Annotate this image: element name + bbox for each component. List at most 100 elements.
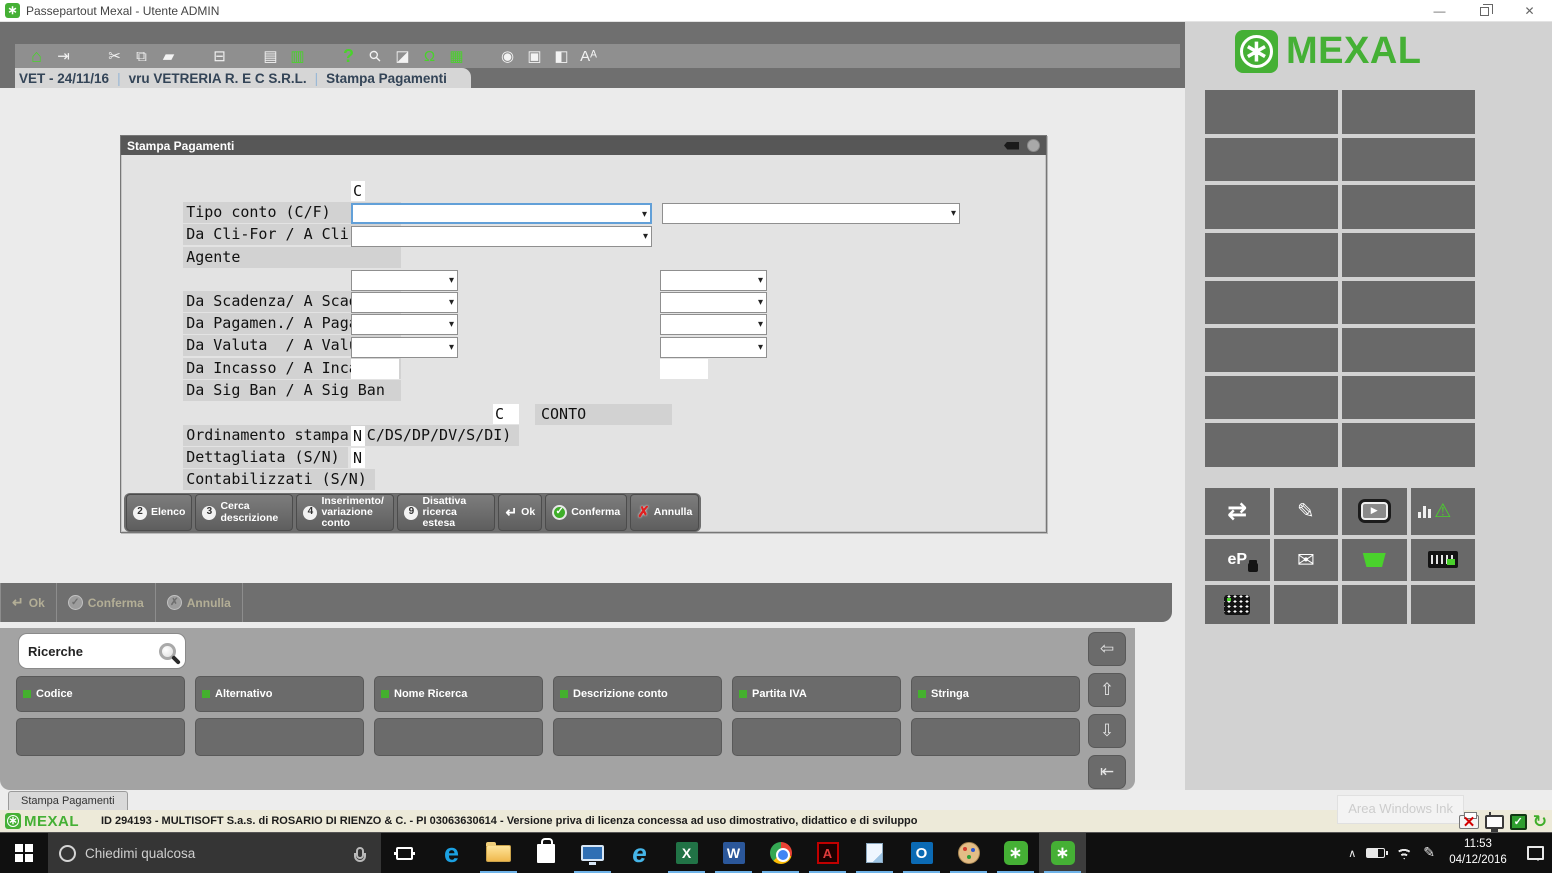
- a-clifor-combo[interactable]: [662, 203, 960, 224]
- contrast-icon[interactable]: ◧: [550, 45, 573, 68]
- outlook-icon[interactable]: O: [898, 833, 945, 873]
- search-result-slot[interactable]: [911, 718, 1080, 756]
- da-pagamento-combo[interactable]: [351, 292, 458, 313]
- wifi-icon[interactable]: [1395, 847, 1413, 860]
- sidebar-slot[interactable]: [1205, 185, 1338, 229]
- sidebar-slot[interactable]: [1205, 233, 1338, 277]
- task-view-button[interactable]: [381, 833, 428, 873]
- sidebar-slot[interactable]: [1205, 376, 1338, 420]
- sidebar-slot[interactable]: [1205, 138, 1338, 182]
- search-result-slot[interactable]: [553, 718, 722, 756]
- basket-icon[interactable]: [1342, 539, 1407, 582]
- da-sigban-input[interactable]: [351, 359, 399, 379]
- sidebar-slot[interactable]: [1342, 233, 1475, 277]
- empty-launcher-slot[interactable]: [1411, 585, 1476, 624]
- monitor-icon[interactable]: [1485, 815, 1504, 829]
- cerca-descrizione-button[interactable]: 3 Cerca descrizione: [195, 494, 293, 531]
- page-up-button[interactable]: ⇧: [1088, 673, 1126, 707]
- contabilizzati-input[interactable]: N: [351, 448, 365, 468]
- video-tutorial-icon[interactable]: ▶: [1342, 488, 1407, 535]
- printer-error-icon[interactable]: [1459, 815, 1479, 829]
- omega-icon[interactable]: Ω: [418, 45, 441, 68]
- dialog-circle-button[interactable]: [1027, 139, 1040, 152]
- sync-icon[interactable]: ↻: [1533, 812, 1547, 832]
- mail-icon[interactable]: ✉: [1274, 539, 1339, 582]
- sidebar-slot[interactable]: [1205, 281, 1338, 325]
- annulla-button[interactable]: ✗ Annulla: [630, 494, 699, 531]
- annulla-button-disabled[interactable]: ✗ Annulla: [156, 583, 243, 622]
- empty-launcher-slot[interactable]: [1342, 585, 1407, 624]
- paint-icon[interactable]: [945, 833, 992, 873]
- sidebar-slot[interactable]: [1342, 328, 1475, 372]
- hidden-icons-caret[interactable]: ∧: [1348, 847, 1356, 860]
- conferma-button[interactable]: ✓ Conferma: [545, 494, 627, 531]
- cut-icon[interactable]: ✂: [103, 45, 126, 68]
- file-explorer-icon[interactable]: [475, 833, 522, 873]
- chrome-icon[interactable]: [757, 833, 804, 873]
- sidebar-slot[interactable]: [1342, 281, 1475, 325]
- pages-icon[interactable]: ▤: [259, 45, 282, 68]
- exit-icon[interactable]: ⇥: [52, 45, 75, 68]
- nome-ricerca-button[interactable]: Nome Ricerca: [374, 676, 543, 712]
- sidebar-slot[interactable]: [1205, 328, 1338, 372]
- search-result-slot[interactable]: [374, 718, 543, 756]
- active-session-tab[interactable]: VET - 24/11/16 | vru VETRERIA R. E C S.R…: [15, 68, 471, 88]
- conferma-button-disabled[interactable]: ✓ Conferma: [57, 583, 156, 622]
- a-valuta-combo[interactable]: [660, 314, 767, 335]
- a-pagamento-combo[interactable]: [660, 292, 767, 313]
- sidebar-slot[interactable]: [1205, 90, 1338, 134]
- document-sign-icon[interactable]: ✎: [1274, 488, 1339, 535]
- remote-desktop-icon[interactable]: [569, 833, 616, 873]
- ricerche-search-input[interactable]: Ricerche: [18, 633, 186, 669]
- da-incasso-combo[interactable]: [351, 337, 458, 358]
- calculator-icon[interactable]: ▦: [445, 45, 468, 68]
- a-sigban-input[interactable]: [660, 359, 708, 379]
- keyboard-icon[interactable]: [1411, 539, 1476, 582]
- acrobat-icon[interactable]: A: [804, 833, 851, 873]
- ok-button-disabled[interactable]: ↵ Ok: [0, 583, 57, 622]
- elenco-button[interactable]: 2 Elenco: [126, 494, 192, 531]
- sidebar-slot[interactable]: [1342, 90, 1475, 134]
- eraser-icon[interactable]: ◪: [391, 45, 414, 68]
- minimize-button[interactable]: —: [1417, 0, 1462, 22]
- inserimento-variazione-conto-button[interactable]: 4 Inserimento/ variazione conto: [296, 494, 394, 531]
- da-valuta-combo[interactable]: [351, 314, 458, 335]
- agente-combo[interactable]: [351, 226, 652, 247]
- pin-icon[interactable]: [1004, 142, 1019, 150]
- open-folder-icon[interactable]: ▰: [157, 45, 180, 68]
- codice-button[interactable]: Codice: [16, 676, 185, 712]
- tipo-conto-input[interactable]: C: [351, 181, 365, 201]
- search-result-slot[interactable]: [195, 718, 364, 756]
- copy-icon[interactable]: ⧉: [130, 45, 153, 68]
- sidebar-slot[interactable]: [1205, 423, 1338, 467]
- internet-explorer-icon[interactable]: e: [616, 833, 663, 873]
- ordinamento-input[interactable]: C: [493, 404, 519, 424]
- edge-icon[interactable]: e: [428, 833, 475, 873]
- a-incasso-combo[interactable]: [660, 337, 767, 358]
- store-icon[interactable]: [522, 833, 569, 873]
- notebook-icon[interactable]: ▥: [286, 45, 309, 68]
- ok-button[interactable]: ↵ Ok: [498, 494, 542, 531]
- keypad-icon[interactable]: [1205, 585, 1270, 624]
- empty-launcher-slot[interactable]: [1274, 585, 1339, 624]
- back-button[interactable]: ⇦: [1088, 632, 1126, 666]
- cortana-search-input[interactable]: Chiedimi qualcosa: [48, 833, 381, 873]
- sidebar-slot[interactable]: [1342, 138, 1475, 182]
- page-down-button[interactable]: ⇩: [1088, 714, 1126, 748]
- stats-warning-icon[interactable]: ⚠: [1411, 488, 1476, 535]
- sidebar-slot[interactable]: [1342, 376, 1475, 420]
- sidebar-slot[interactable]: [1342, 423, 1475, 467]
- help-icon[interactable]: ?: [337, 45, 360, 68]
- dettagliata-input[interactable]: N: [351, 426, 365, 446]
- font-size-icon[interactable]: Aᴬ: [577, 45, 600, 68]
- taskbar-clock[interactable]: 11:53 04/12/2016: [1445, 837, 1511, 868]
- partita-iva-button[interactable]: Partita IVA: [732, 676, 901, 712]
- home-icon[interactable]: ⌂: [25, 45, 48, 68]
- page-tab[interactable]: Stampa Pagamenti: [8, 791, 128, 810]
- stringa-button[interactable]: Stringa: [911, 676, 1080, 712]
- mexal-taskbar-icon[interactable]: ∗: [992, 833, 1039, 873]
- first-page-button[interactable]: ⇤: [1088, 755, 1126, 789]
- da-clifor-combo[interactable]: [351, 203, 652, 224]
- notepad-icon[interactable]: [851, 833, 898, 873]
- record-icon[interactable]: ◉: [496, 45, 519, 68]
